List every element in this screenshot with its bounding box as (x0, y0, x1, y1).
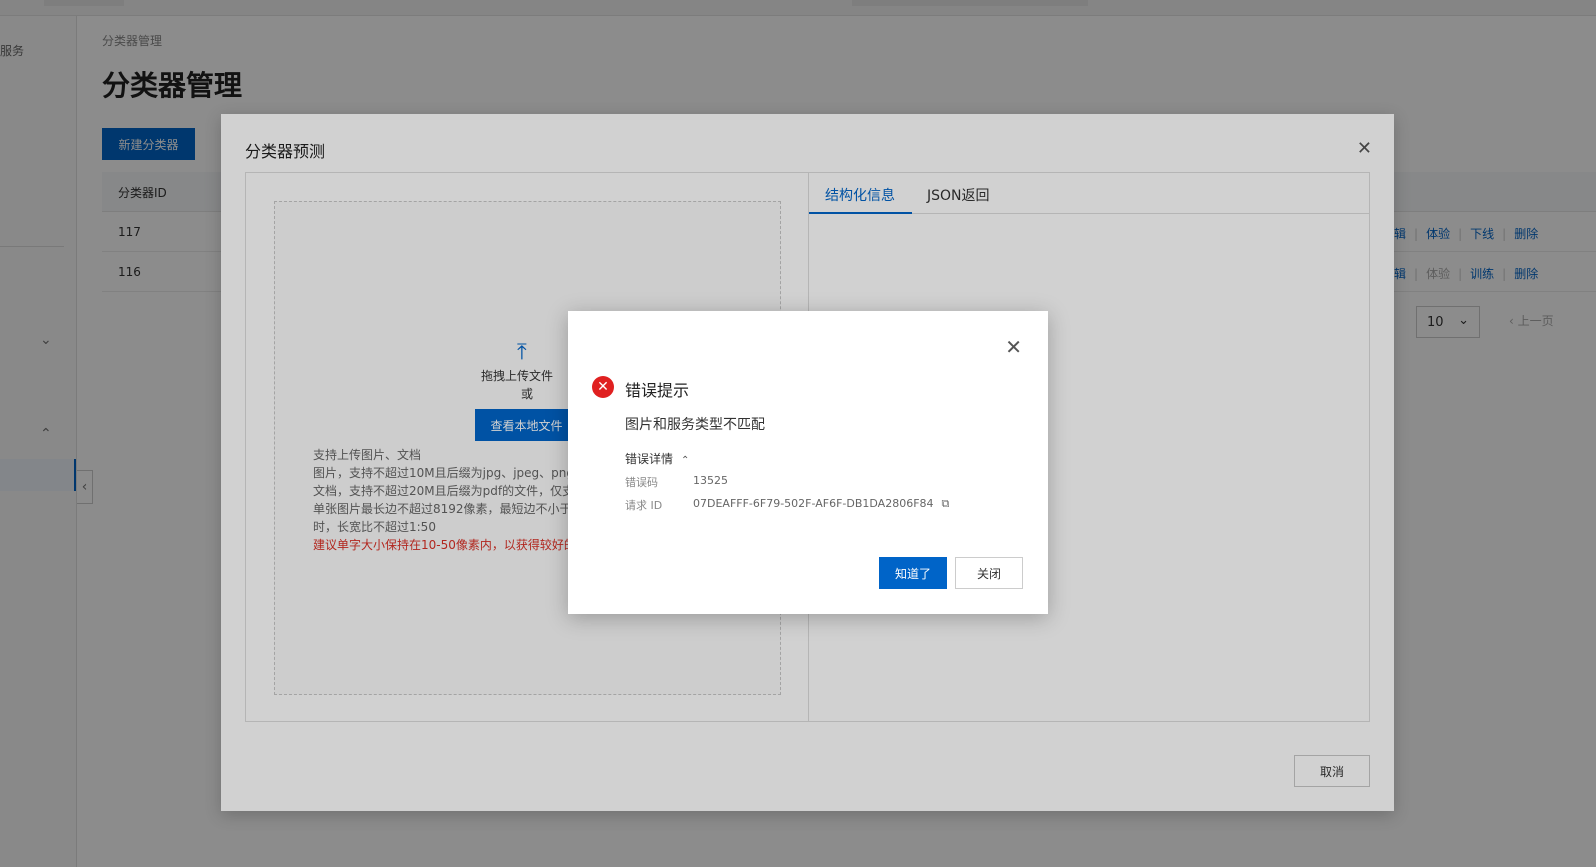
close-button[interactable]: 关闭 (955, 557, 1023, 589)
copy-icon[interactable]: ⧉ (942, 497, 950, 511)
request-id-label: 请求 ID (625, 499, 663, 512)
request-id-row: 07DEAFFF-6F79-502F-AF6F-DB1DA2806F84 ⧉ (693, 497, 949, 511)
error-code-value: 13525 (693, 474, 728, 487)
error-detail-toggle[interactable]: 错误详情 ⌃ (625, 450, 689, 467)
error-modal: ✕ ✕ 错误提示 图片和服务类型不匹配 错误详情 ⌃ 错误码 13525 请求 I… (568, 311, 1048, 614)
close-icon[interactable]: ✕ (1005, 335, 1022, 359)
chevron-up-icon: ⌃ (681, 455, 690, 466)
error-code-label: 错误码 (625, 476, 658, 489)
error-message: 图片和服务类型不匹配 (625, 417, 765, 433)
error-icon: ✕ (592, 376, 614, 398)
acknowledge-button[interactable]: 知道了 (879, 557, 947, 589)
error-title: 错误提示 (625, 381, 690, 400)
request-id-value: 07DEAFFF-6F79-502F-AF6F-DB1DA2806F84 (693, 497, 934, 510)
error-detail-label: 错误详情 (625, 452, 674, 466)
